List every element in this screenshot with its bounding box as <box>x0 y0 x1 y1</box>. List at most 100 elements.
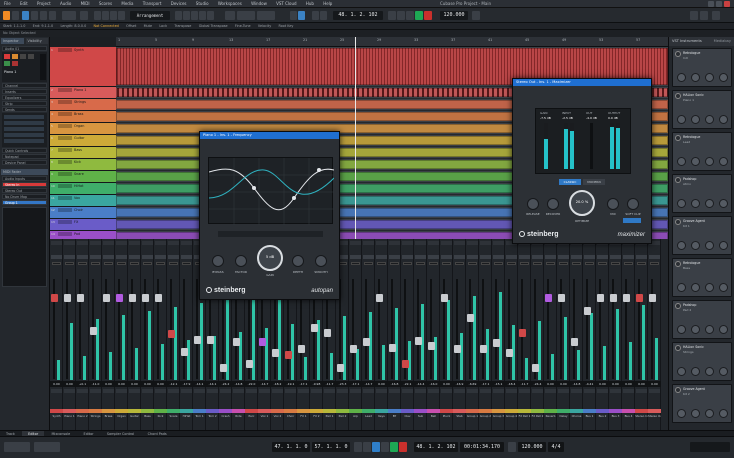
record-button[interactable] <box>424 11 432 20</box>
mute-solo-buttons[interactable] <box>324 389 335 393</box>
tool-draw[interactable] <box>199 11 206 20</box>
track-controls[interactable] <box>58 220 72 224</box>
quick-control-knob[interactable] <box>691 157 700 166</box>
pan-control[interactable] <box>455 262 464 265</box>
stop-icon[interactable] <box>381 442 389 452</box>
instrument-power-icon[interactable] <box>675 177 681 183</box>
input-routing[interactable] <box>571 255 582 259</box>
instrument-slot[interactable]: Retrologue Init <box>672 48 732 87</box>
instrument-slot[interactable]: Retrologue Lead <box>672 132 732 171</box>
inspector-section[interactable]: Quick Controls <box>2 148 47 153</box>
mute-solo-buttons[interactable] <box>194 389 205 393</box>
quick-control-knob[interactable] <box>719 199 728 208</box>
pan-control[interactable] <box>364 262 373 265</box>
mute-solo-buttons[interactable] <box>129 389 140 393</box>
mute-solo-buttons[interactable] <box>467 389 478 393</box>
tool-glue[interactable] <box>118 11 125 20</box>
left-zone-button[interactable] <box>31 11 38 20</box>
instrument-power-icon[interactable] <box>675 303 681 309</box>
routing-stereo-in[interactable]: Stereo In <box>2 182 47 187</box>
mute-solo-buttons[interactable] <box>545 389 556 393</box>
volume-fader[interactable] <box>116 294 123 302</box>
channel-header[interactable] <box>402 241 413 245</box>
mute-solo-buttons[interactable] <box>233 389 244 393</box>
insert-slot[interactable] <box>4 127 44 131</box>
input-routing[interactable] <box>649 255 660 259</box>
pan-control[interactable] <box>130 262 139 265</box>
fader-value[interactable]: -17.1 <box>479 381 492 387</box>
channel-header[interactable] <box>454 241 465 245</box>
instrument-power-icon[interactable] <box>675 93 681 99</box>
fader-value[interactable]: -16.0 <box>427 381 440 387</box>
quick-control-knob[interactable] <box>719 283 728 292</box>
volume-fader[interactable] <box>532 364 539 372</box>
fader-value[interactable]: -14.4 <box>414 381 427 387</box>
mute-solo-buttons[interactable] <box>311 389 322 393</box>
minimize-icon[interactable] <box>708 1 714 7</box>
mute-solo-buttons[interactable] <box>298 389 309 393</box>
channel-header[interactable] <box>493 241 504 245</box>
pan-control[interactable] <box>637 262 646 265</box>
input-routing[interactable] <box>129 255 140 259</box>
timeline-ruler[interactable]: 1 5 9 13 17 21 25 29 33 37 41 45 49 53 5… <box>116 37 668 47</box>
volume-fader[interactable] <box>311 323 318 332</box>
plugin-title-bar[interactable]: Stereo Out - Ins. 1 - Maximizer <box>513 79 651 86</box>
mute-solo-buttons[interactable] <box>610 389 621 393</box>
channel-header[interactable] <box>168 241 179 245</box>
fader-value[interactable]: -15.1 <box>492 381 505 387</box>
volume-fader[interactable] <box>77 294 84 302</box>
fader-value[interactable]: +0.1 <box>76 381 89 387</box>
volume-fader[interactable] <box>103 294 110 302</box>
track-header[interactable]: 1 Synth <box>50 47 116 87</box>
quick-control-knob[interactable] <box>691 199 700 208</box>
left-locator-display[interactable]: 47. 1. 1. 0 <box>272 442 310 452</box>
fader-value[interactable]: -17.1 <box>297 381 310 387</box>
mute-solo-buttons[interactable] <box>337 389 348 393</box>
instrument-slot[interactable]: Retrologue Bass <box>672 258 732 297</box>
inspector-section[interactable]: Sends <box>2 107 47 112</box>
markers-button[interactable] <box>80 11 88 20</box>
pan-control[interactable] <box>494 262 503 265</box>
metronome-icon[interactable] <box>508 442 516 452</box>
quick-control-knob[interactable] <box>719 367 728 376</box>
track-controls[interactable] <box>58 232 72 236</box>
track-controls[interactable] <box>58 112 72 116</box>
mute-solo-buttons[interactable] <box>363 389 374 393</box>
inspector-section[interactable]: Strip <box>2 101 47 106</box>
quick-control-knob[interactable] <box>705 157 714 166</box>
input-routing[interactable] <box>454 255 465 259</box>
volume-fader[interactable] <box>402 360 409 369</box>
mute-solo-buttons[interactable] <box>597 389 608 393</box>
tab-vst-instruments[interactable]: VST Instruments <box>672 39 702 43</box>
channel-header[interactable] <box>103 241 114 245</box>
fader-value[interactable]: 0.00 <box>115 381 128 387</box>
mute-solo-buttons[interactable] <box>272 389 283 393</box>
track-header[interactable]: 9 Snare <box>50 171 116 183</box>
volume-fader[interactable] <box>64 294 71 302</box>
volume-fader[interactable] <box>558 294 565 302</box>
tool-object-select[interactable] <box>94 11 101 20</box>
input-routing[interactable] <box>77 255 88 259</box>
transport-settings-button[interactable] <box>4 442 30 452</box>
volume-fader[interactable] <box>181 347 188 356</box>
instrument-slot[interactable]: Groove Agent Kit 1 <box>672 216 732 255</box>
mute-solo-buttons[interactable] <box>181 389 192 393</box>
volume-fader[interactable] <box>623 294 630 302</box>
tool-mute[interactable] <box>191 11 198 20</box>
pan-control[interactable] <box>520 262 529 265</box>
tempo-display[interactable]: 120.000 <box>518 442 546 452</box>
mute-solo-buttons[interactable] <box>532 389 543 393</box>
track-controls[interactable] <box>58 124 72 128</box>
track-header[interactable]: 7 Bass <box>50 147 116 159</box>
secondary-time-display[interactable]: 00:01:34.170 <box>460 442 504 452</box>
track-header[interactable]: 5 Organ <box>50 123 116 135</box>
mute-solo-buttons[interactable] <box>77 389 88 393</box>
menu-edit[interactable]: Edit <box>16 0 32 7</box>
mixer-button[interactable] <box>700 11 708 20</box>
inspector-lower-header[interactable]: MIDI Fader <box>1 169 48 175</box>
fader-value[interactable]: 0.00 <box>635 381 648 387</box>
track-controls[interactable] <box>58 136 72 140</box>
mute-solo-buttons[interactable] <box>519 389 530 393</box>
menu-scores[interactable]: Scores <box>95 0 116 7</box>
pan-control[interactable] <box>156 262 165 265</box>
